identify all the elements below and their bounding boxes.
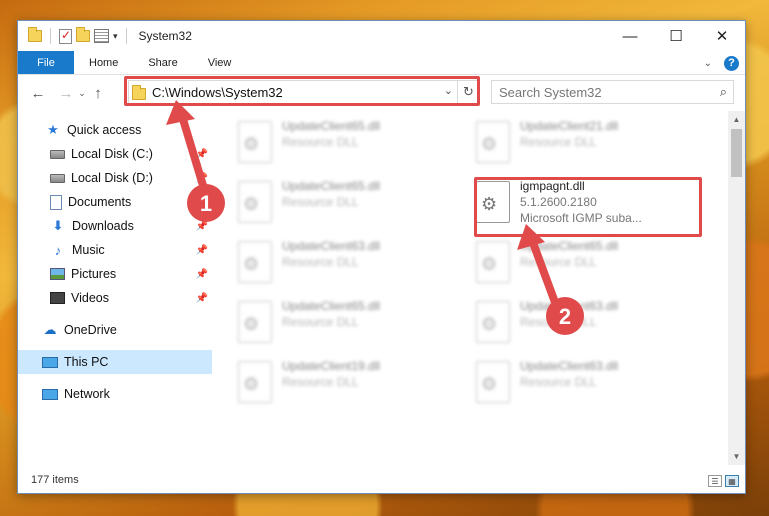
pin-icon[interactable]: 📌 xyxy=(196,149,208,160)
tab-view[interactable]: View xyxy=(193,51,247,74)
back-arrow-icon[interactable]: ← xyxy=(28,85,48,102)
nav-item-downloads[interactable]: ⬇ Downloads 📌 xyxy=(18,214,212,238)
minimize-button[interactable]: — xyxy=(607,21,653,51)
pin-icon[interactable]: 📌 xyxy=(196,197,208,208)
file-item[interactable]: UpdateClient63.dllResource DLL xyxy=(238,238,468,290)
address-highlight-box xyxy=(124,76,480,106)
disk-icon xyxy=(50,149,65,159)
file-explorer-window: ▾ System32 — ☐ ✕ File Home Share View ⌄ … xyxy=(17,20,746,494)
downloads-icon: ⬇ xyxy=(52,218,64,233)
recent-locations-dropdown-icon[interactable]: ⌄ xyxy=(76,88,88,99)
tab-home[interactable]: Home xyxy=(74,51,133,74)
properties-check-icon[interactable] xyxy=(59,28,72,44)
file-list: UpdateClient65.dllResource DLL UpdateCli… xyxy=(212,111,745,465)
item-count: 177 items xyxy=(31,474,79,486)
file-item[interactable]: UpdateClient63.dllResource DLL xyxy=(476,358,706,410)
dll-file-icon xyxy=(476,361,510,403)
tab-file[interactable]: File xyxy=(18,51,74,74)
tiles-view-icon[interactable]: ▦ xyxy=(725,475,739,487)
nav-item-label: Local Disk (D:) xyxy=(71,171,153,185)
close-button[interactable]: ✕ xyxy=(699,21,745,51)
new-folder-icon[interactable] xyxy=(76,27,90,42)
nav-item-label: Downloads xyxy=(72,219,134,233)
window-title: System32 xyxy=(138,29,192,43)
dll-file-icon xyxy=(238,301,272,343)
pin-icon[interactable]: 📌 xyxy=(196,221,208,232)
file-item[interactable]: UpdateClient65.dllResource DLL xyxy=(238,178,468,230)
vertical-scrollbar[interactable]: ▲ ▼ xyxy=(728,111,745,465)
up-arrow-icon[interactable]: ↑ xyxy=(88,85,108,102)
window-controls: — ☐ ✕ xyxy=(607,21,745,51)
nav-item-label: Pictures xyxy=(71,267,117,281)
nav-item-videos[interactable]: Videos 📌 xyxy=(18,286,212,310)
search-placeholder: Search System32 xyxy=(499,84,602,100)
title-bar: ▾ System32 — ☐ ✕ xyxy=(18,21,745,51)
pin-icon[interactable]: 📌 xyxy=(196,173,208,184)
status-bar: 177 items ☰ ▦ xyxy=(18,467,745,493)
dll-file-icon xyxy=(476,301,510,343)
nav-item-this-pc[interactable]: This PC xyxy=(18,350,212,374)
documents-icon xyxy=(50,194,62,210)
star-icon: ★ xyxy=(47,122,59,137)
folder-icon xyxy=(28,27,42,42)
nav-item-music[interactable]: ♪ Music 📌 xyxy=(18,238,212,262)
expand-ribbon-chevron-icon[interactable]: ⌄ xyxy=(704,58,712,69)
cloud-icon: ☁ xyxy=(43,322,57,337)
disk-icon xyxy=(50,173,65,183)
nav-item-label: Videos xyxy=(71,291,109,305)
nav-item-onedrive[interactable]: ☁ OneDrive xyxy=(18,318,212,342)
dll-file-icon xyxy=(238,121,272,163)
dll-file-icon xyxy=(238,241,272,283)
nav-item-label: This PC xyxy=(64,355,109,369)
music-icon: ♪ xyxy=(54,242,62,258)
nav-item-label: Network xyxy=(64,387,110,401)
file-highlight-box xyxy=(474,177,702,237)
dll-file-icon xyxy=(476,241,510,283)
nav-item-local-disk-c[interactable]: Local Disk (C:) 📌 xyxy=(18,142,212,166)
nav-item-label: Music xyxy=(72,243,105,257)
nav-item-label: Documents xyxy=(68,195,132,209)
dll-file-icon xyxy=(238,181,272,223)
quick-access-toolbar: ▾ System32 xyxy=(18,21,192,51)
dll-file-icon xyxy=(476,121,510,163)
properties-icon[interactable] xyxy=(94,29,109,43)
network-icon xyxy=(42,388,58,400)
file-item[interactable]: UpdateClient65.dllResource DLL xyxy=(238,118,468,170)
content-area: ★ Quick access Local Disk (C:) 📌 Local D… xyxy=(18,111,745,465)
address-row: ← → ⌄ ↑ C:\Windows\System32 ⌄ ↻ Search S… xyxy=(18,75,745,111)
nav-item-network[interactable]: Network xyxy=(18,382,212,406)
pin-icon[interactable]: 📌 xyxy=(196,245,208,256)
scroll-down-icon[interactable]: ▼ xyxy=(728,448,745,465)
videos-icon xyxy=(50,292,65,304)
pin-icon[interactable]: 📌 xyxy=(196,269,208,280)
search-icon: ⌕ xyxy=(719,84,727,99)
navigation-pane: ★ Quick access Local Disk (C:) 📌 Local D… xyxy=(18,111,212,465)
pictures-icon xyxy=(50,268,65,280)
nav-item-local-disk-d[interactable]: Local Disk (D:) 📌 xyxy=(18,166,212,190)
nav-item-label: Quick access xyxy=(67,123,142,137)
forward-arrow-icon[interactable]: → xyxy=(56,85,76,102)
customize-toolbar-dropdown[interactable]: ▾ xyxy=(113,31,118,42)
file-item[interactable]: UpdateClient65.dllResource DLL xyxy=(238,298,468,350)
help-icon[interactable]: ? xyxy=(724,55,739,71)
nav-item-documents[interactable]: Documents 📌 xyxy=(18,190,212,214)
search-input[interactable]: Search System32 ⌕ xyxy=(491,80,734,104)
details-view-icon[interactable]: ☰ xyxy=(708,475,722,487)
scrollbar-thumb[interactable] xyxy=(731,129,742,177)
pc-icon xyxy=(42,356,58,368)
dll-file-icon xyxy=(238,361,272,403)
file-item[interactable]: UpdateClient65.dllResource DLL xyxy=(476,238,706,290)
pin-icon[interactable]: 📌 xyxy=(196,293,208,304)
nav-item-pictures[interactable]: Pictures 📌 xyxy=(18,262,212,286)
nav-item-label: Local Disk (C:) xyxy=(71,147,153,161)
file-item[interactable]: UpdateClient21.dllResource DLL xyxy=(476,118,706,170)
nav-item-quick-access[interactable]: ★ Quick access xyxy=(18,118,212,142)
nav-item-label: OneDrive xyxy=(64,323,117,337)
file-item[interactable]: UpdateClient63.dllResource DLL xyxy=(476,298,706,350)
tab-share[interactable]: Share xyxy=(133,51,192,74)
file-item[interactable]: UpdateClient19.dllResource DLL xyxy=(238,358,468,410)
scroll-up-icon[interactable]: ▲ xyxy=(728,111,745,128)
ribbon-tabs: File Home Share View ⌄ ? xyxy=(18,51,745,75)
maximize-button[interactable]: ☐ xyxy=(653,21,699,51)
